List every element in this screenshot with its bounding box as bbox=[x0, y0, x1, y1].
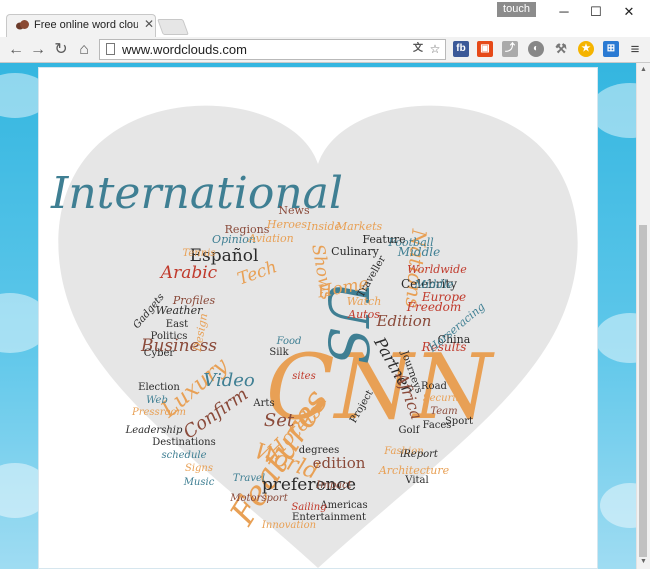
word-cloud-canvas[interactable]: International CNN Features Business Luxury Co… bbox=[38, 67, 598, 569]
tab-title: Free online word cloud g bbox=[34, 19, 138, 31]
cloud-word: Music bbox=[183, 477, 215, 488]
close-icon[interactable]: ✕ bbox=[614, 2, 644, 22]
share-icon[interactable]: ⤴ bbox=[502, 41, 518, 57]
extension-icon[interactable]: ⊞ bbox=[603, 41, 619, 57]
cloud-word: Markets bbox=[335, 220, 383, 233]
cloud-word: Heroes bbox=[266, 218, 307, 231]
cloud-word: Vital bbox=[404, 475, 428, 486]
reload-icon[interactable]: ↻ bbox=[51, 40, 71, 60]
badge-icon[interactable]: ★ bbox=[578, 41, 594, 57]
page-icon bbox=[106, 43, 115, 55]
cloud-word: Politics bbox=[151, 331, 188, 342]
cloud-word: Travel bbox=[233, 473, 265, 484]
address-bar[interactable]: www.wordclouds.com 文 ☆ bbox=[99, 39, 446, 60]
browser-toolbar: ← → ↻ ⌂ www.wordclouds.com 文 ☆ fb ▣ ⤴ ◐ … bbox=[0, 37, 650, 63]
cloud-word: Impact bbox=[315, 480, 352, 491]
maximize-icon[interactable]: ☐ bbox=[581, 2, 611, 22]
translate-icon[interactable]: 文 bbox=[411, 42, 425, 56]
profile-badge[interactable]: touch bbox=[497, 2, 536, 17]
facebook-icon[interactable]: fb bbox=[453, 41, 469, 57]
cloud-word: Tennis bbox=[182, 248, 215, 259]
cloud-word: Security bbox=[423, 393, 466, 404]
compass-icon[interactable]: ◐ bbox=[528, 41, 544, 57]
tools-icon[interactable]: ⚒ bbox=[553, 41, 569, 57]
cloud-word: Signs bbox=[185, 463, 213, 474]
cloud-word: Destinations bbox=[152, 437, 216, 448]
cloud-word: Motorsport bbox=[229, 493, 288, 504]
url-text[interactable]: www.wordclouds.com bbox=[122, 42, 247, 57]
cloud-word: Silk bbox=[269, 347, 289, 358]
cloud-word: Edition bbox=[376, 312, 432, 330]
star-icon[interactable]: ☆ bbox=[428, 42, 442, 56]
cloud-word: edition bbox=[313, 454, 366, 472]
browser-tab[interactable]: Free online word cloud g ✕ bbox=[6, 14, 156, 37]
cloud-word: schedule bbox=[161, 450, 206, 461]
cloud-word: sites bbox=[292, 371, 315, 382]
cloud-word: Feature bbox=[362, 233, 405, 246]
cloud-word: Road bbox=[421, 381, 448, 392]
cloud-word: Autos bbox=[347, 308, 380, 321]
cloud-word: iReport bbox=[400, 449, 439, 460]
cloud-word: Leadership bbox=[125, 425, 183, 436]
cloud-word: East bbox=[166, 319, 188, 330]
cloud-word: Set bbox=[264, 410, 295, 431]
forward-icon[interactable]: → bbox=[28, 40, 48, 60]
tab-close-icon[interactable]: ✕ bbox=[144, 18, 154, 30]
cloud-word: Food bbox=[276, 336, 302, 347]
office-icon[interactable]: ▣ bbox=[477, 41, 493, 57]
cloud-word: Web bbox=[146, 395, 168, 406]
cloud-favicon-icon bbox=[16, 20, 29, 30]
cloud-word: Cyber bbox=[144, 348, 175, 359]
back-icon[interactable]: ← bbox=[6, 40, 26, 60]
scroll-up-icon[interactable]: ▲ bbox=[640, 66, 647, 73]
cloud-word: Innovation bbox=[261, 520, 316, 531]
cloud-word: Inside bbox=[306, 220, 342, 233]
word-cloud-svg: InternationalCNNFeaturesBusinessLuxuryCo… bbox=[50, 105, 578, 568]
cloud-word: Worldwide bbox=[407, 263, 467, 276]
cloud-word: Election bbox=[138, 382, 180, 393]
cloud-word: degrees bbox=[299, 445, 339, 456]
cloud-word: Faces bbox=[423, 420, 452, 431]
new-tab-button[interactable] bbox=[157, 19, 189, 35]
cloud-word: Culinary bbox=[331, 245, 379, 258]
cloud-word: Video bbox=[203, 370, 255, 391]
cloud-word: Pressroom bbox=[131, 407, 186, 418]
cloud-word: Golf bbox=[399, 425, 421, 436]
home-icon[interactable]: ⌂ bbox=[74, 40, 94, 60]
title-bar: Free online word cloud g ✕ touch ─ ☐ ✕ bbox=[0, 0, 650, 37]
menu-icon[interactable]: ≡ bbox=[625, 40, 645, 60]
cloud-word: Freedom bbox=[406, 300, 462, 314]
cloud-word: Middle bbox=[414, 278, 454, 291]
cloud-word: Weather bbox=[156, 304, 203, 317]
cloud-word: Arts bbox=[252, 398, 274, 409]
scroll-down-icon[interactable]: ▼ bbox=[640, 558, 647, 565]
scrollbar-thumb[interactable] bbox=[639, 225, 647, 557]
cloud-word: News bbox=[278, 204, 310, 217]
cloud-word: Arabic bbox=[159, 263, 218, 283]
cloud-word: Aviation bbox=[247, 232, 293, 245]
minimize-icon[interactable]: ─ bbox=[549, 2, 579, 22]
